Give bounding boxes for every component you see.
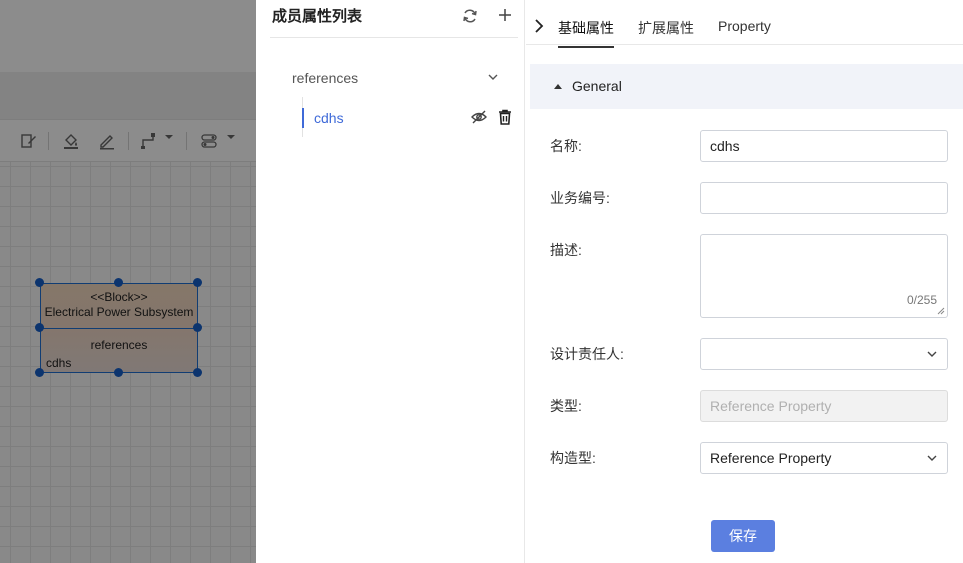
collapse-triangle-icon [554, 84, 562, 89]
chevron-right-icon[interactable] [532, 17, 546, 35]
owner-label: 设计责任人: [550, 346, 624, 362]
panel-header-divider [270, 37, 518, 38]
member-panel-title: 成员属性列表 [272, 8, 363, 25]
name-field[interactable]: cdhs [700, 130, 948, 162]
hide-icon[interactable] [470, 108, 488, 126]
tab-divider [526, 44, 963, 45]
business-id-field[interactable] [700, 182, 948, 214]
section-general-header[interactable]: General [530, 64, 963, 109]
business-id-label: 业务编号: [550, 190, 610, 206]
tree-group-references[interactable]: references [292, 70, 358, 86]
chevron-down-icon[interactable] [486, 70, 500, 84]
section-title: General [572, 78, 622, 94]
delete-icon[interactable] [496, 108, 514, 126]
stereotype-select-value: Reference Property [710, 450, 832, 466]
stereotype-select[interactable]: Reference Property [700, 442, 948, 474]
description-label: 描述: [550, 242, 582, 258]
tree-selection-bar [302, 108, 304, 128]
description-textarea[interactable]: 0/255 [700, 234, 948, 318]
owner-select[interactable] [700, 338, 948, 370]
refresh-icon[interactable] [461, 7, 479, 25]
chevron-down-icon [927, 351, 937, 357]
char-counter: 0/255 [906, 293, 937, 307]
tree-item-cdhs[interactable]: cdhs [314, 110, 344, 126]
type-label: 类型: [550, 398, 582, 414]
stereotype-label: 构造型: [550, 450, 596, 466]
tab-extended-properties[interactable]: 扩展属性 [638, 18, 694, 46]
tab-property[interactable]: Property [718, 18, 771, 42]
resize-grip-icon[interactable] [937, 307, 945, 315]
member-property-panel: 成员属性列表 references cdhs [256, 0, 525, 563]
add-icon[interactable] [496, 6, 514, 24]
type-field: Reference Property [700, 390, 948, 422]
chevron-down-icon [927, 455, 937, 461]
property-detail-panel: 基础属性 扩展属性 Property General 名称: cdhs 业务编号… [526, 0, 963, 563]
name-label: 名称: [550, 138, 582, 154]
save-button[interactable]: 保存 [711, 520, 775, 552]
modal-overlay[interactable] [0, 0, 256, 563]
